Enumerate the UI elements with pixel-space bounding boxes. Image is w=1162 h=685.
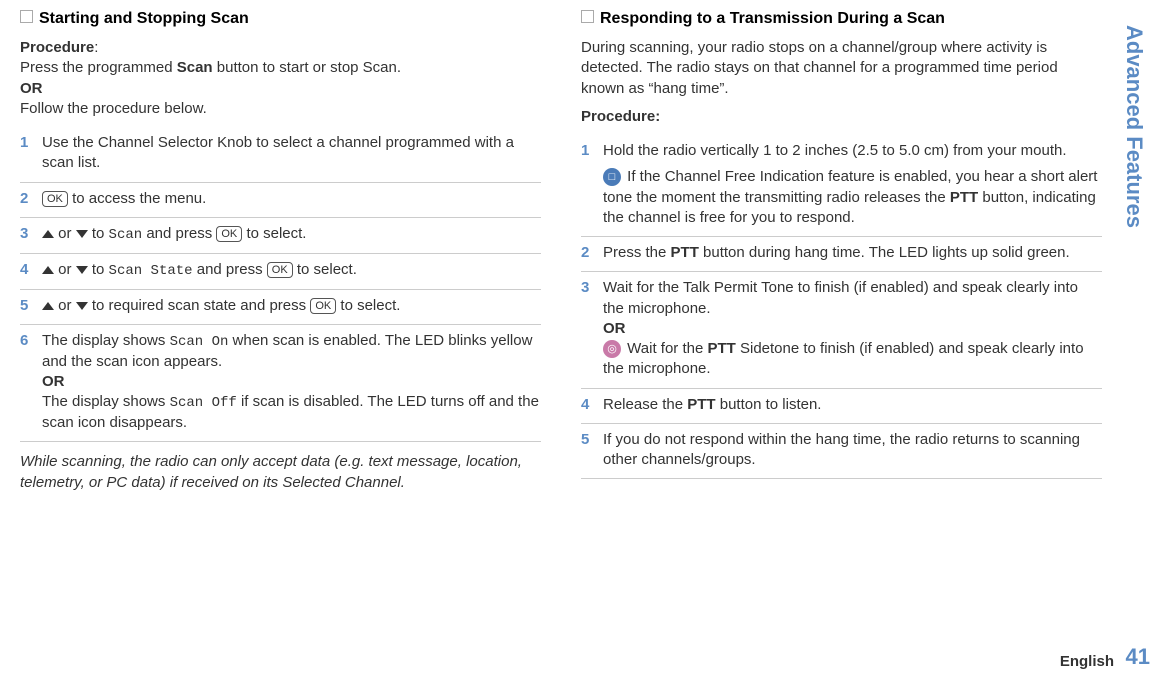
right-steps: 1 Hold the radio vertically 1 to 2 inche… <box>581 135 1102 479</box>
step-num: 1 <box>581 141 589 161</box>
page-number: 41 <box>1126 644 1150 670</box>
step-text: to <box>88 225 109 242</box>
right-step-2: 2 Press the PTT button during hang time.… <box>581 237 1102 272</box>
step-text: Wait for the <box>623 340 707 357</box>
language-label: English <box>1060 653 1114 670</box>
left-steps: 1 Use the Channel Selector Knob to selec… <box>20 127 541 442</box>
ptt-bold: PTT <box>950 189 978 206</box>
step-text: and press <box>142 225 216 242</box>
step-num: 6 <box>20 331 28 351</box>
section-title-responding: Responding to a Transmission During a Sc… <box>581 10 1102 28</box>
ptt-bold: PTT <box>687 396 715 413</box>
step-text: to <box>88 261 109 278</box>
ok-key-icon: OK <box>42 191 68 207</box>
up-arrow-icon <box>42 302 54 310</box>
step-num: 4 <box>20 260 28 280</box>
step-num: 3 <box>20 224 28 244</box>
ptt-bold: PTT <box>707 340 735 357</box>
mono-scan-state: Scan State <box>109 263 193 279</box>
procedure-label: Procedure <box>20 39 94 56</box>
ok-key-icon: OK <box>267 262 293 278</box>
step-text: Use the Channel Selector Knob to select … <box>42 134 514 171</box>
left-step-6: 6 The display shows Scan On when scan is… <box>20 325 541 443</box>
down-arrow-icon <box>76 302 88 310</box>
step-text: or <box>54 297 76 314</box>
ptt-bold: PTT <box>671 244 699 261</box>
right-step-3: 3 Wait for the Talk Permit Tone to finis… <box>581 272 1102 388</box>
ok-key-icon: OK <box>216 226 242 242</box>
step-text: or <box>54 225 76 242</box>
or-label: OR <box>603 320 626 337</box>
or-label: OR <box>42 373 65 390</box>
procedure-label: Procedure: <box>581 107 1102 127</box>
right-step-4: 4 Release the PTT button to listen. <box>581 389 1102 424</box>
down-arrow-icon <box>76 266 88 274</box>
right-step-5: 5 If you do not respond within the hang … <box>581 424 1102 480</box>
left-step-3: 3 or to Scan and press OK to select. <box>20 218 541 254</box>
step-text: Release the <box>603 396 687 413</box>
step-text: If you do not respond within the hang ti… <box>603 431 1080 468</box>
step-num: 2 <box>20 189 28 209</box>
up-arrow-icon <box>42 230 54 238</box>
right-intro: During scanning, your radio stops on a c… <box>581 38 1102 99</box>
left-column: Starting and Stopping Scan Procedure: Pr… <box>20 10 541 501</box>
page-content: Starting and Stopping Scan Procedure: Pr… <box>0 0 1162 511</box>
step-text: to select. <box>293 261 357 278</box>
step-num: 4 <box>581 395 589 415</box>
step-num: 3 <box>581 278 589 298</box>
up-arrow-icon <box>42 266 54 274</box>
mono-scan-on: Scan On <box>170 334 229 350</box>
step-text: Hold the radio vertically 1 to 2 inches … <box>603 142 1067 159</box>
scan-bold: Scan <box>177 59 213 76</box>
step-num: 1 <box>20 133 28 153</box>
step-text: Wait for the Talk Permit Tone to finish … <box>603 279 1078 316</box>
right-step-1: 1 Hold the radio vertically 1 to 2 inche… <box>581 135 1102 237</box>
left-step-4: 4 or to Scan State and press OK to selec… <box>20 254 541 290</box>
mono-scan: Scan <box>109 227 143 243</box>
antenna-icon: □ <box>603 168 621 186</box>
intro-line-1: Press the programmed <box>20 59 177 76</box>
intro-line-2: Follow the procedure below. <box>20 100 207 117</box>
step-text: to access the menu. <box>68 190 206 207</box>
left-step-1: 1 Use the Channel Selector Knob to selec… <box>20 127 541 183</box>
mono-scan-off: Scan Off <box>170 395 237 411</box>
step-text: button during hang time. The LED lights … <box>699 244 1070 261</box>
right-column: Responding to a Transmission During a Sc… <box>581 10 1102 501</box>
procedure-block: Procedure: Press the programmed Scan but… <box>20 38 541 119</box>
step-text: or <box>54 261 76 278</box>
step-text: and press <box>193 261 267 278</box>
left-note: While scanning, the radio can only accep… <box>20 452 541 493</box>
step-num: 5 <box>581 430 589 450</box>
step-num: 2 <box>581 243 589 263</box>
tone-icon: ◎ <box>603 340 621 358</box>
step-text: The display shows <box>42 332 170 349</box>
or-label: OR <box>20 80 43 97</box>
section-title-start-stop: Starting and Stopping Scan <box>20 10 541 28</box>
step-text: The display shows <box>42 393 170 410</box>
step-text: to select. <box>242 225 306 242</box>
step-text: to select. <box>336 297 400 314</box>
left-step-5: 5 or to required scan state and press OK… <box>20 290 541 325</box>
ok-key-icon: OK <box>310 298 336 314</box>
step-num: 5 <box>20 296 28 316</box>
down-arrow-icon <box>76 230 88 238</box>
step-text: to required scan state and press <box>88 297 311 314</box>
step-text: button to listen. <box>716 396 822 413</box>
intro-line-1c: button to start or stop Scan. <box>213 59 401 76</box>
step-text: Press the <box>603 244 671 261</box>
sidebar-title: Advanced Features <box>1121 25 1147 228</box>
left-step-2: 2 OK to access the menu. <box>20 183 541 218</box>
